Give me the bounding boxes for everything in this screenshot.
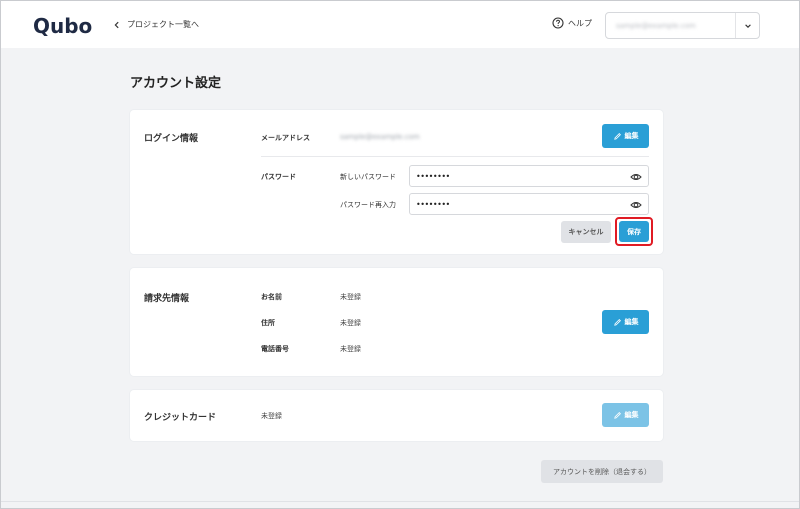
name-value: 未登録 — [340, 293, 361, 301]
email-label: メールアドレス — [261, 134, 310, 142]
billing-info-card: 請求先情報 お名前 未登録 住所 未登録 電話番号 未登録 編集 — [130, 268, 663, 376]
billing-info-title: 請求先情報 — [144, 294, 190, 304]
edit-email-button[interactable]: 編集 — [602, 124, 649, 148]
login-info-card: ログイン情報 メールアドレス sample@example.com 編集 パスワ… — [130, 110, 663, 254]
footer-divider — [1, 501, 799, 502]
credit-card-value: 未登録 — [261, 412, 282, 420]
chevron-down-icon[interactable] — [735, 13, 759, 38]
new-password-value: •••••••• — [416, 171, 450, 181]
credit-card-card: クレジットカード 未登録 編集 — [130, 390, 663, 441]
edit-label: 編集 — [624, 132, 639, 140]
confirm-password-input[interactable]: •••••••• — [409, 193, 649, 215]
password-label: パスワード — [261, 173, 296, 181]
new-password-input[interactable]: •••••••• — [409, 165, 649, 187]
user-email: sample@example.com — [616, 21, 696, 30]
confirm-password-value: •••••••• — [416, 199, 450, 209]
pencil-icon — [613, 411, 621, 419]
save-button[interactable]: 保存 — [619, 221, 649, 242]
new-password-label: 新しいパスワード — [340, 173, 396, 181]
pencil-icon — [613, 318, 621, 326]
question-circle-icon — [552, 17, 564, 29]
delete-account-button[interactable]: アカウントを削除（退会する） — [541, 460, 663, 483]
eye-icon[interactable] — [630, 171, 642, 183]
chevron-left-icon — [114, 21, 119, 28]
help-link[interactable]: ヘルプ — [552, 17, 592, 29]
login-info-title: ログイン情報 — [144, 134, 199, 144]
divider — [261, 156, 649, 157]
address-label: 住所 — [261, 319, 275, 327]
qubo-logo[interactable]: Qubo — [33, 14, 92, 38]
confirm-password-label: パスワード再入力 — [340, 201, 396, 209]
back-link-label: プロジェクト一覧へ — [127, 20, 199, 29]
pencil-icon — [613, 132, 621, 140]
user-account-dropdown[interactable]: sample@example.com — [605, 12, 760, 39]
back-to-projects-link[interactable]: プロジェクト一覧へ — [113, 19, 199, 30]
edit-credit-card-button[interactable]: 編集 — [602, 403, 649, 427]
top-header: Qubo プロジェクト一覧へ ヘルプ sample@example.com — [1, 1, 799, 48]
phone-value: 未登録 — [340, 345, 361, 353]
eye-icon[interactable] — [630, 199, 642, 211]
phone-label: 電話番号 — [261, 345, 289, 353]
email-value: sample@example.com — [340, 133, 420, 141]
cancel-button[interactable]: キャンセル — [561, 221, 611, 243]
page-title: アカウント設定 — [130, 76, 222, 91]
credit-card-title: クレジットカード — [144, 413, 217, 423]
address-value: 未登録 — [340, 319, 361, 327]
name-label: お名前 — [261, 293, 282, 301]
edit-label: 編集 — [624, 318, 639, 326]
edit-label: 編集 — [624, 411, 639, 419]
edit-billing-button[interactable]: 編集 — [602, 310, 649, 334]
help-label: ヘルプ — [568, 18, 592, 28]
